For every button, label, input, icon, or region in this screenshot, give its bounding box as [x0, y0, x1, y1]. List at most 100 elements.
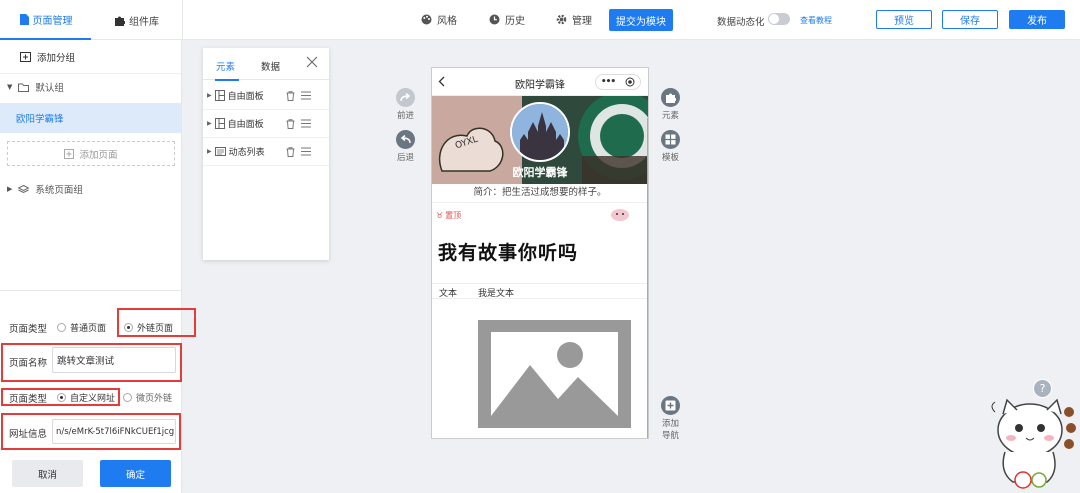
divider: [432, 283, 648, 284]
tab-elements[interactable]: 元素: [216, 59, 235, 73]
template-icon: [661, 130, 680, 149]
radio-micro-page-link-label: 微页外链: [136, 394, 173, 404]
radio-circle-checked: [124, 323, 133, 332]
redo-icon: [396, 88, 415, 107]
target-icon: [625, 77, 635, 87]
elements-panel: 元素 数据 ▶ 自由面板 ▶ 自由面板 ▶ 动态列表: [203, 48, 329, 260]
divider: [432, 298, 648, 299]
tab-component-library-label: 组件库: [129, 16, 159, 28]
more-icon: •••: [600, 77, 616, 87]
caret-right-icon: ▶: [207, 148, 212, 155]
save-button[interactable]: 保存: [942, 10, 998, 29]
caret-right-icon: ▶: [7, 185, 13, 193]
divider: [182, 0, 183, 40]
drag-handle-icon[interactable]: [301, 91, 311, 100]
template-tool-button[interactable]: 模板: [661, 130, 680, 163]
link-type-label: 页面类型: [9, 394, 48, 405]
cat-mascot-icon[interactable]: [983, 390, 1080, 493]
page-item-selected[interactable]: 欧阳学霸锋: [0, 103, 181, 133]
phone-preview: 欧阳学霸锋 ••• OYXL 欧阳学霸锋 简介：把生活过成想要的样子。 ♉ 置顶: [431, 67, 649, 439]
undo-icon: [396, 130, 415, 149]
element-item-label: 动态列表: [228, 148, 265, 158]
layers-icon: [18, 184, 30, 193]
caret-down-icon: ▼: [7, 83, 13, 91]
data-dynamic-toggle[interactable]: [768, 13, 790, 25]
element-item[interactable]: ▶ 自由面板: [203, 110, 329, 138]
element-item[interactable]: ▶ 动态列表: [203, 138, 329, 166]
close-icon[interactable]: [306, 56, 318, 68]
back-label: 后退: [396, 153, 414, 163]
pin-icon: ♉: [436, 211, 444, 220]
panel-icon: [214, 90, 225, 101]
page-name-input[interactable]: 跳转文章测试: [52, 347, 176, 373]
radio-external-page[interactable]: 外链页面: [124, 321, 173, 334]
add-nav-label-line2: 导航: [661, 431, 679, 441]
radio-normal-page-label: 普通页面: [70, 324, 107, 334]
tab-page-management-label: 页面管理: [32, 15, 73, 27]
add-nav-label-line1: 添加: [661, 419, 679, 429]
history-label: 历史: [505, 16, 525, 27]
list-icon: [214, 147, 226, 156]
preview-button[interactable]: 预览: [876, 10, 932, 29]
radio-normal-page[interactable]: 普通页面: [57, 321, 106, 334]
puzzle-icon: [115, 16, 125, 26]
image-placeholder[interactable]: [478, 320, 631, 428]
add-group-button[interactable]: 添加分组: [0, 48, 181, 66]
puzzle-icon: [661, 88, 680, 107]
forward-label: 前进: [396, 111, 414, 121]
submit-as-module-button[interactable]: 提交为模块: [609, 9, 673, 31]
add-group-label: 添加分组: [37, 53, 76, 64]
radio-circle: [123, 393, 132, 402]
radio-custom-url-label: 自定义网址: [70, 394, 116, 404]
system-page-group-label: 系统页面组: [35, 185, 83, 196]
pinned-tag: ♉ 置顶: [436, 210, 461, 221]
trash-icon[interactable]: [286, 146, 295, 157]
element-tool-label: 元素: [661, 111, 679, 121]
radio-micro-page-link[interactable]: 微页外链: [123, 391, 172, 404]
drag-handle-icon[interactable]: [301, 147, 311, 156]
tab-component-library[interactable]: 组件库: [91, 0, 182, 40]
drag-handle-icon[interactable]: [301, 119, 311, 128]
back-button[interactable]: 后退: [396, 130, 415, 163]
add-page-icon: [64, 148, 75, 159]
banner-text: 我有故事你听吗: [438, 242, 579, 264]
radio-circle: [57, 323, 66, 332]
add-page-button[interactable]: 添加页面: [7, 141, 175, 166]
tab-page-management[interactable]: 页面管理: [0, 0, 91, 40]
history-button[interactable]: 历史: [489, 12, 525, 27]
element-tool-button[interactable]: 元素: [661, 88, 680, 121]
divider: [0, 73, 181, 74]
default-group-label: 默认组: [35, 83, 64, 94]
publish-button[interactable]: 发布: [1009, 10, 1065, 29]
radio-external-page-label: 外链页面: [137, 324, 174, 334]
page-icon: [19, 13, 29, 25]
add-folder-icon: [20, 52, 31, 62]
forward-button[interactable]: 前进: [396, 88, 415, 121]
trash-icon[interactable]: [286, 118, 295, 129]
capsule-menu[interactable]: •••: [595, 74, 641, 90]
top-toolbar: 页面管理 组件库 风格 历史 管理 提交为模块 数据动态化 查看教程 预览 保存…: [0, 0, 1080, 40]
confirm-button[interactable]: 确定: [100, 460, 171, 487]
manage-button[interactable]: 管理: [556, 12, 592, 27]
folder-icon: [18, 83, 30, 92]
element-item[interactable]: ▶ 自由面板: [203, 82, 329, 110]
profile-cover: OYXL 欧阳学霸锋: [432, 96, 648, 184]
phone-scrollbar[interactable]: [647, 118, 648, 438]
style-button[interactable]: 风格: [421, 12, 457, 27]
radio-circle-checked: [57, 393, 66, 402]
caret-right-icon: ▶: [207, 120, 212, 127]
caret-right-icon: ▶: [207, 92, 212, 99]
url-input[interactable]: n/s/eMrK-5t7l6iFNkCUEf1jcg: [52, 419, 176, 444]
default-group[interactable]: ▼ 默认组: [0, 78, 181, 96]
view-tutorial-link[interactable]: 查看教程: [800, 15, 832, 26]
add-nav-button[interactable]: 添加 导航: [661, 396, 680, 441]
divider: [432, 202, 648, 203]
clock-icon: [489, 14, 500, 25]
add-page-label: 添加页面: [79, 149, 118, 161]
system-page-group[interactable]: ▶ 系统页面组: [0, 180, 181, 198]
cancel-button[interactable]: 取消: [12, 460, 83, 487]
radio-custom-url[interactable]: 自定义网址: [57, 391, 115, 404]
tab-data[interactable]: 数据: [261, 59, 280, 73]
avatar: [510, 102, 570, 162]
trash-icon[interactable]: [286, 90, 295, 101]
